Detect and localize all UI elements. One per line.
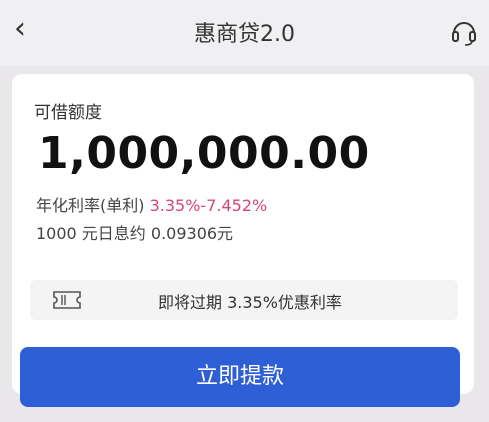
quota-label: 可借额度 xyxy=(34,103,102,123)
withdraw-button[interactable]: 立即提款 xyxy=(20,347,460,407)
page-title: 惠商贷2.0 xyxy=(194,22,295,47)
promo-text: 即将过期 3.35%优惠利率 xyxy=(158,293,342,312)
rate-value: 3.35%-7.452% xyxy=(149,196,268,215)
headset-icon[interactable] xyxy=(451,18,477,46)
rate-line: 年化利率(单利) 3.35%-7.452% xyxy=(36,192,267,216)
quota-amount: 1,000,000.00 xyxy=(38,128,370,179)
ticket-icon xyxy=(53,291,81,309)
promo-banner[interactable]: 即将过期 3.35%优惠利率 xyxy=(30,280,458,320)
rate-label: 年化利率(单利) xyxy=(36,196,145,215)
nav-bar: ‹ 惠商贷2.0 xyxy=(0,0,489,66)
daily-interest: 1000 元日息约 0.09306元 xyxy=(36,224,234,243)
